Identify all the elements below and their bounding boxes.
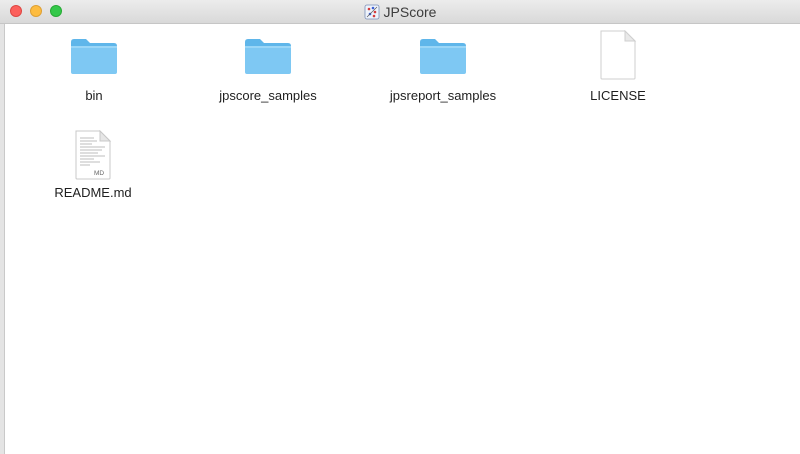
titlebar[interactable]: JPScore bbox=[0, 0, 800, 24]
window-title: JPScore bbox=[0, 0, 800, 23]
folder-icon bbox=[245, 39, 291, 74]
folder-item-jpsreport-samples[interactable]: jpsreport_samples bbox=[373, 24, 513, 114]
item-label: README.md bbox=[54, 185, 132, 200]
markdown-file-icon: MD bbox=[75, 130, 112, 180]
window-title-text: JPScore bbox=[383, 3, 437, 20]
finder-window: JPScore bin jpscore_samples jpsreport_sa… bbox=[0, 0, 800, 454]
app-icon bbox=[364, 4, 379, 19]
zoom-button[interactable] bbox=[50, 5, 62, 17]
folder-item-jpscore-samples[interactable]: jpscore_samples bbox=[198, 24, 338, 114]
md-badge: MD bbox=[94, 170, 104, 177]
document-icon bbox=[600, 30, 637, 80]
item-label: bin bbox=[85, 88, 103, 103]
folder-icon bbox=[71, 39, 117, 74]
file-item-readme[interactable]: MD README.md bbox=[23, 124, 163, 214]
minimize-button[interactable] bbox=[30, 5, 42, 17]
item-label: jpsreport_samples bbox=[389, 88, 497, 103]
item-label: LICENSE bbox=[590, 88, 646, 103]
close-button[interactable] bbox=[10, 5, 22, 17]
file-item-license[interactable]: LICENSE bbox=[548, 24, 688, 114]
folder-icon bbox=[420, 39, 466, 74]
folder-item-bin[interactable]: bin bbox=[24, 24, 164, 114]
item-label: jpscore_samples bbox=[219, 88, 317, 103]
window-edge bbox=[0, 24, 5, 454]
